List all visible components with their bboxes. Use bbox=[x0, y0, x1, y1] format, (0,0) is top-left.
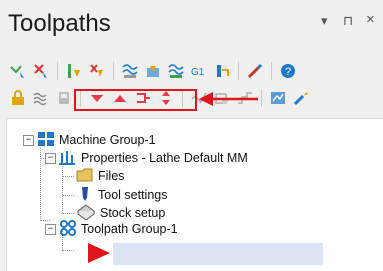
panel-close-button[interactable]: × bbox=[366, 11, 375, 28]
toolbar-divider bbox=[238, 62, 239, 80]
stock-setup-highlight-box bbox=[74, 89, 197, 111]
tree-connector bbox=[40, 220, 50, 221]
backplot-icon[interactable] bbox=[120, 61, 140, 81]
select-failed-icon[interactable] bbox=[31, 61, 51, 81]
insert-position-row[interactable] bbox=[113, 243, 323, 265]
help-icon[interactable]: ? bbox=[278, 61, 298, 81]
lock-icon[interactable] bbox=[8, 88, 28, 108]
panel-dropdown-button[interactable]: ▾ bbox=[321, 13, 328, 29]
properties-icon bbox=[59, 149, 77, 168]
red-arrow-icon bbox=[198, 90, 260, 113]
machine-group-label: Machine Group-1 bbox=[59, 133, 156, 147]
insert-arrow-icon[interactable] bbox=[88, 243, 110, 268]
stock-setup-label: Stock setup bbox=[100, 206, 166, 220]
toolbar-divider bbox=[57, 62, 58, 80]
files-node[interactable]: Files bbox=[76, 167, 124, 185]
svg-text:G1: G1 bbox=[191, 67, 205, 78]
simulate-icon[interactable] bbox=[166, 61, 186, 81]
panel-title: Toolpaths bbox=[8, 10, 111, 37]
toolbar-divider bbox=[261, 89, 262, 107]
toolpath-group-label: Toolpath Group-1 bbox=[81, 222, 178, 236]
toggle-display-icon[interactable] bbox=[31, 88, 51, 108]
toolbar-divider bbox=[271, 62, 272, 80]
tree-connector bbox=[62, 195, 74, 196]
graph-view-icon[interactable] bbox=[268, 88, 288, 108]
regenerate-dirty-icon[interactable] bbox=[87, 61, 107, 81]
tool-path-editor-icon[interactable] bbox=[212, 61, 232, 81]
tree-connector bbox=[62, 213, 74, 214]
machine-group-icon bbox=[37, 131, 55, 150]
toolbar-row-1: G1 ? bbox=[8, 60, 298, 82]
g1-post-icon[interactable]: G1 bbox=[189, 61, 209, 81]
toggle-posting-icon[interactable] bbox=[54, 88, 74, 108]
wizard-icon[interactable] bbox=[291, 88, 311, 108]
machine-group-collapse-toggle[interactable]: − bbox=[23, 135, 34, 146]
toolpath-group-icon bbox=[59, 219, 77, 239]
tool-settings-node[interactable]: Tool settings bbox=[76, 186, 167, 204]
tool-settings-icon bbox=[76, 186, 94, 205]
tree-connector bbox=[62, 164, 63, 213]
files-label: Files bbox=[98, 169, 125, 183]
lock-edit-icon[interactable] bbox=[245, 61, 265, 81]
panel-header: Toolpaths ▾ ⊓ × bbox=[0, 0, 383, 40]
select-all-icon[interactable] bbox=[8, 61, 28, 81]
toolbar-divider bbox=[113, 62, 114, 80]
toolpath-group-node[interactable]: Toolpath Group-1 bbox=[59, 219, 178, 239]
tree-connector bbox=[62, 250, 74, 251]
panel-pin-button[interactable]: ⊓ bbox=[343, 13, 353, 29]
properties-collapse-toggle[interactable]: − bbox=[45, 153, 56, 164]
folder-icon bbox=[76, 167, 94, 186]
tree-connector bbox=[62, 176, 74, 177]
toolpath-group-collapse-toggle[interactable]: − bbox=[45, 224, 56, 235]
svg-text:?: ? bbox=[285, 66, 291, 78]
properties-node[interactable]: Properties - Lathe Default MM bbox=[59, 149, 248, 167]
verify-icon[interactable] bbox=[143, 61, 163, 81]
properties-label: Properties - Lathe Default MM bbox=[81, 151, 248, 165]
machine-group-node[interactable]: Machine Group-1 bbox=[37, 131, 156, 149]
regenerate-selected-icon[interactable] bbox=[64, 61, 84, 81]
tool-settings-label: Tool settings bbox=[98, 188, 168, 202]
